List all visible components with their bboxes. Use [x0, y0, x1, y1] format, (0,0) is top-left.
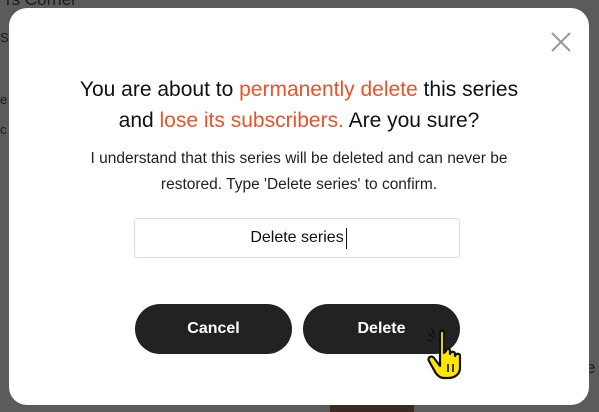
dialog-description: I understand that this series will be de… [90, 150, 508, 193]
background-text-fragment: e [0, 92, 8, 107]
close-button[interactable] [549, 30, 573, 54]
text-caret [346, 228, 347, 249]
confirm-text-input[interactable] [134, 218, 460, 258]
pointing-hand-cursor-icon [426, 328, 462, 380]
background-text-fragment: S [0, 30, 9, 45]
title-highlight: lose its subscribers. [159, 109, 344, 132]
cancel-button[interactable]: Cancel [135, 304, 292, 354]
delete-series-dialog: You are about to permanently delete this… [9, 8, 589, 405]
title-highlight: permanently delete [239, 78, 418, 101]
title-line-1: You are about to permanently delete this… [79, 78, 519, 101]
dialog-title: You are about to permanently delete this… [9, 74, 589, 136]
title-line-2: and lose its subscribers. Are you sure? [118, 109, 480, 132]
background-text-fragment: c [0, 122, 7, 137]
close-icon [551, 32, 571, 52]
